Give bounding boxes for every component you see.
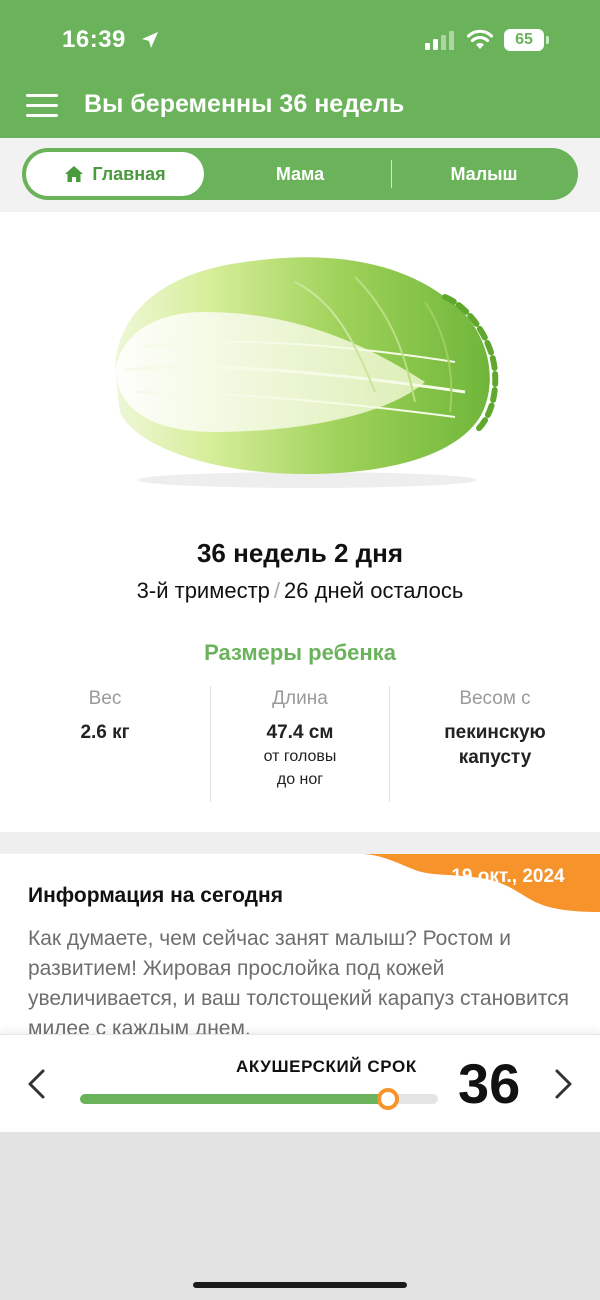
signal-icon <box>425 31 454 50</box>
comparison-value-2: капусту <box>458 747 532 768</box>
weight-label: Вес <box>88 688 122 709</box>
obstetric-term-label: АКУШЕРСКИЙ СРОК <box>236 1057 417 1076</box>
chevron-right-icon[interactable] <box>552 1067 576 1101</box>
daily-info-card[interactable]: 19 окт., 2024 Информация на сегодня Как … <box>0 854 600 1034</box>
length-column: Длина 47.4 см от головы до ног <box>210 686 390 802</box>
weight-value: 2.6 кг <box>80 722 130 743</box>
status-time: 16:39 <box>62 26 126 53</box>
days-left-text: 26 дней осталось <box>284 578 464 603</box>
status-bar: 16:39 65 <box>0 0 600 80</box>
tab-mama[interactable]: Мама <box>212 152 388 196</box>
info-date: 19 окт., 2024 <box>451 866 565 887</box>
info-text: Как думаете, чем сейчас занят малыш? Рос… <box>28 927 570 1034</box>
napa-cabbage-image <box>115 257 499 488</box>
week-progress-fill <box>80 1094 388 1104</box>
segmented-tabs: Главная Мама Малыш <box>22 148 578 200</box>
week-progress-slider[interactable] <box>80 1088 438 1110</box>
week-number: 36 <box>458 1052 521 1115</box>
comparison-label: Весом с <box>459 688 531 709</box>
tab-baby[interactable]: Малыш <box>394 152 574 196</box>
length-note-2: до ног <box>276 771 324 788</box>
tab-home[interactable]: Главная <box>26 152 204 196</box>
week-progress-thumb[interactable] <box>376 1088 399 1110</box>
weight-column: Вес 2.6 кг <box>0 688 210 745</box>
week-title: 36 недель 2 дня <box>196 538 404 568</box>
home-icon <box>65 166 84 182</box>
week-subtitle: 3-й триместр/26 дней осталось <box>0 578 600 604</box>
week-summary-card: 36 недель 2 дня 3-й триместр/26 дней ост… <box>0 212 600 832</box>
wifi-icon <box>466 29 494 49</box>
page-title: Вы беременны 36 недель <box>84 90 405 118</box>
battery-icon: 65 <box>504 29 544 51</box>
tab-home-label: Главная <box>92 163 166 184</box>
battery-nub <box>546 36 549 44</box>
location-arrow-icon <box>142 32 158 48</box>
separator: / <box>273 578 281 603</box>
info-title: Информация на сегодня <box>28 884 283 907</box>
chevron-left-icon[interactable] <box>24 1067 48 1101</box>
week-navigator: АКУШЕРСКИЙ СРОК 36 <box>0 1034 600 1132</box>
section-gap <box>0 832 600 854</box>
length-value: 47.4 см <box>266 722 334 743</box>
tab-baby-label: Малыш <box>450 163 518 184</box>
comparison-value-1: пекинскую <box>444 722 546 743</box>
trimester-text: 3-й триместр <box>136 578 270 603</box>
tab-mama-label: Мама <box>275 163 325 184</box>
baby-sizes-title: Размеры ребенка <box>204 640 396 665</box>
home-indicator[interactable] <box>193 1282 407 1288</box>
tab-divider <box>391 160 392 188</box>
length-note-1: от головы <box>263 748 337 765</box>
hamburger-menu-icon[interactable] <box>24 92 60 120</box>
tabs-bar: Главная Мама Малыш <box>0 138 600 212</box>
length-label: Длина <box>272 688 328 709</box>
app-header: 16:39 65 Вы беременны 36 недель <box>0 0 600 138</box>
comparison-column: Весом с пекинскую капусту <box>390 688 600 770</box>
